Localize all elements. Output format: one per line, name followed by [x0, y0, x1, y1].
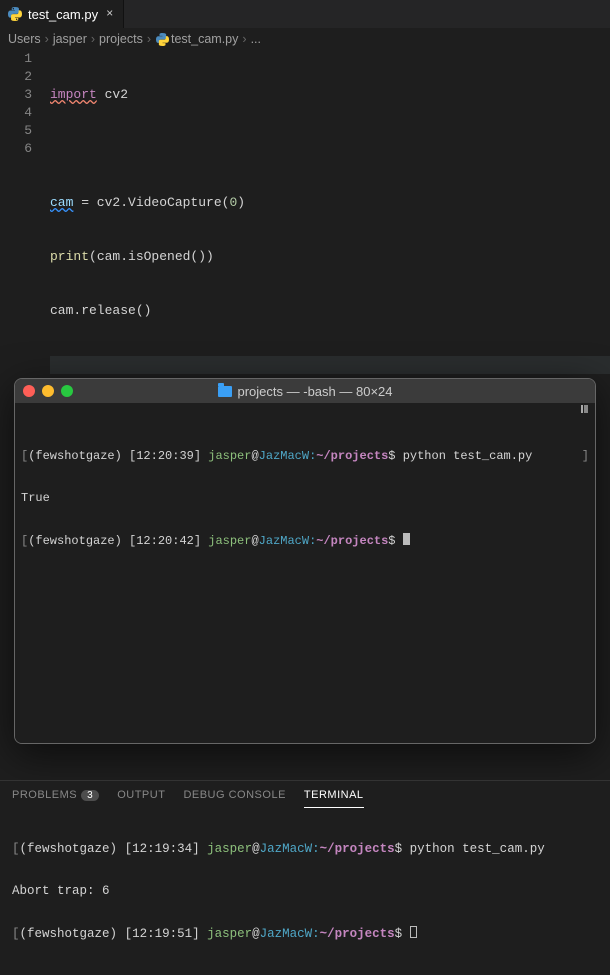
- bottom-panel: PROBLEMS3 OUTPUT DEBUG CONSOLE TERMINAL …: [0, 780, 610, 917]
- line-number-gutter: 1 2 3 4 5 6: [0, 50, 50, 410]
- current-line: [50, 356, 610, 374]
- terminal-titlebar[interactable]: projects — -bash — 80×24: [15, 379, 595, 403]
- close-window-icon[interactable]: [23, 385, 35, 397]
- scroll-indicator: [581, 405, 593, 413]
- macos-terminal-window[interactable]: projects — -bash — 80×24 [(fewshotgaze) …: [14, 378, 596, 744]
- terminal-line: [(fewshotgaze) [12:19:34] jasper@JazMacW…: [12, 842, 598, 856]
- minimize-window-icon[interactable]: [42, 385, 54, 397]
- tab-output[interactable]: OUTPUT: [117, 789, 165, 808]
- window-controls: [23, 385, 73, 397]
- code-editor[interactable]: 1 2 3 4 5 6 import cv2 cam = cv2.VideoCa…: [0, 50, 610, 410]
- zoom-window-icon[interactable]: [61, 385, 73, 397]
- chevron-right-icon: ›: [147, 32, 151, 46]
- breadcrumb-part[interactable]: jasper: [53, 32, 87, 46]
- tab-debug-console[interactable]: DEBUG CONSOLE: [183, 789, 285, 808]
- tab-problems[interactable]: PROBLEMS3: [12, 789, 99, 808]
- breadcrumb-part[interactable]: projects: [99, 32, 143, 46]
- editor-tab-bar: test_cam.py ×: [0, 0, 610, 28]
- python-file-icon: [155, 32, 169, 46]
- terminal-line: [(fewshotgaze) [12:20:39] jasper@JazMacW…: [21, 449, 589, 463]
- chevron-right-icon: ›: [45, 32, 49, 46]
- tab-terminal[interactable]: TERMINAL: [304, 789, 364, 808]
- terminal-body[interactable]: [(fewshotgaze) [12:20:39] jasper@JazMacW…: [15, 403, 595, 743]
- panel-tabs: PROBLEMS3 OUTPUT DEBUG CONSOLE TERMINAL: [0, 781, 610, 808]
- terminal-cursor: [410, 926, 417, 938]
- breadcrumb: Users › jasper › projects › test_cam.py …: [0, 28, 610, 50]
- folder-icon: [218, 386, 232, 397]
- breadcrumb-part[interactable]: ...: [251, 32, 261, 46]
- close-icon[interactable]: ×: [104, 7, 115, 21]
- tab-filename: test_cam.py: [28, 7, 98, 22]
- terminal-output: Abort trap: 6: [12, 884, 598, 898]
- python-file-icon: [8, 7, 22, 21]
- problems-count-badge: 3: [81, 790, 99, 801]
- code-content[interactable]: import cv2 cam = cv2.VideoCapture(0) pri…: [50, 50, 610, 410]
- breadcrumb-part[interactable]: Users: [8, 32, 41, 46]
- terminal-cursor: [403, 533, 410, 545]
- terminal-title: projects — -bash — 80×24: [15, 384, 595, 399]
- integrated-terminal[interactable]: [(fewshotgaze) [12:19:34] jasper@JazMacW…: [0, 808, 610, 975]
- chevron-right-icon: ›: [91, 32, 95, 46]
- editor-tab[interactable]: test_cam.py ×: [0, 0, 124, 28]
- terminal-line: [(fewshotgaze) [12:20:42] jasper@JazMacW…: [21, 533, 589, 548]
- terminal-output: True: [21, 491, 589, 505]
- breadcrumb-part[interactable]: test_cam.py: [171, 32, 238, 46]
- chevron-right-icon: ›: [242, 32, 246, 46]
- terminal-line: [(fewshotgaze) [12:19:51] jasper@JazMacW…: [12, 926, 598, 941]
